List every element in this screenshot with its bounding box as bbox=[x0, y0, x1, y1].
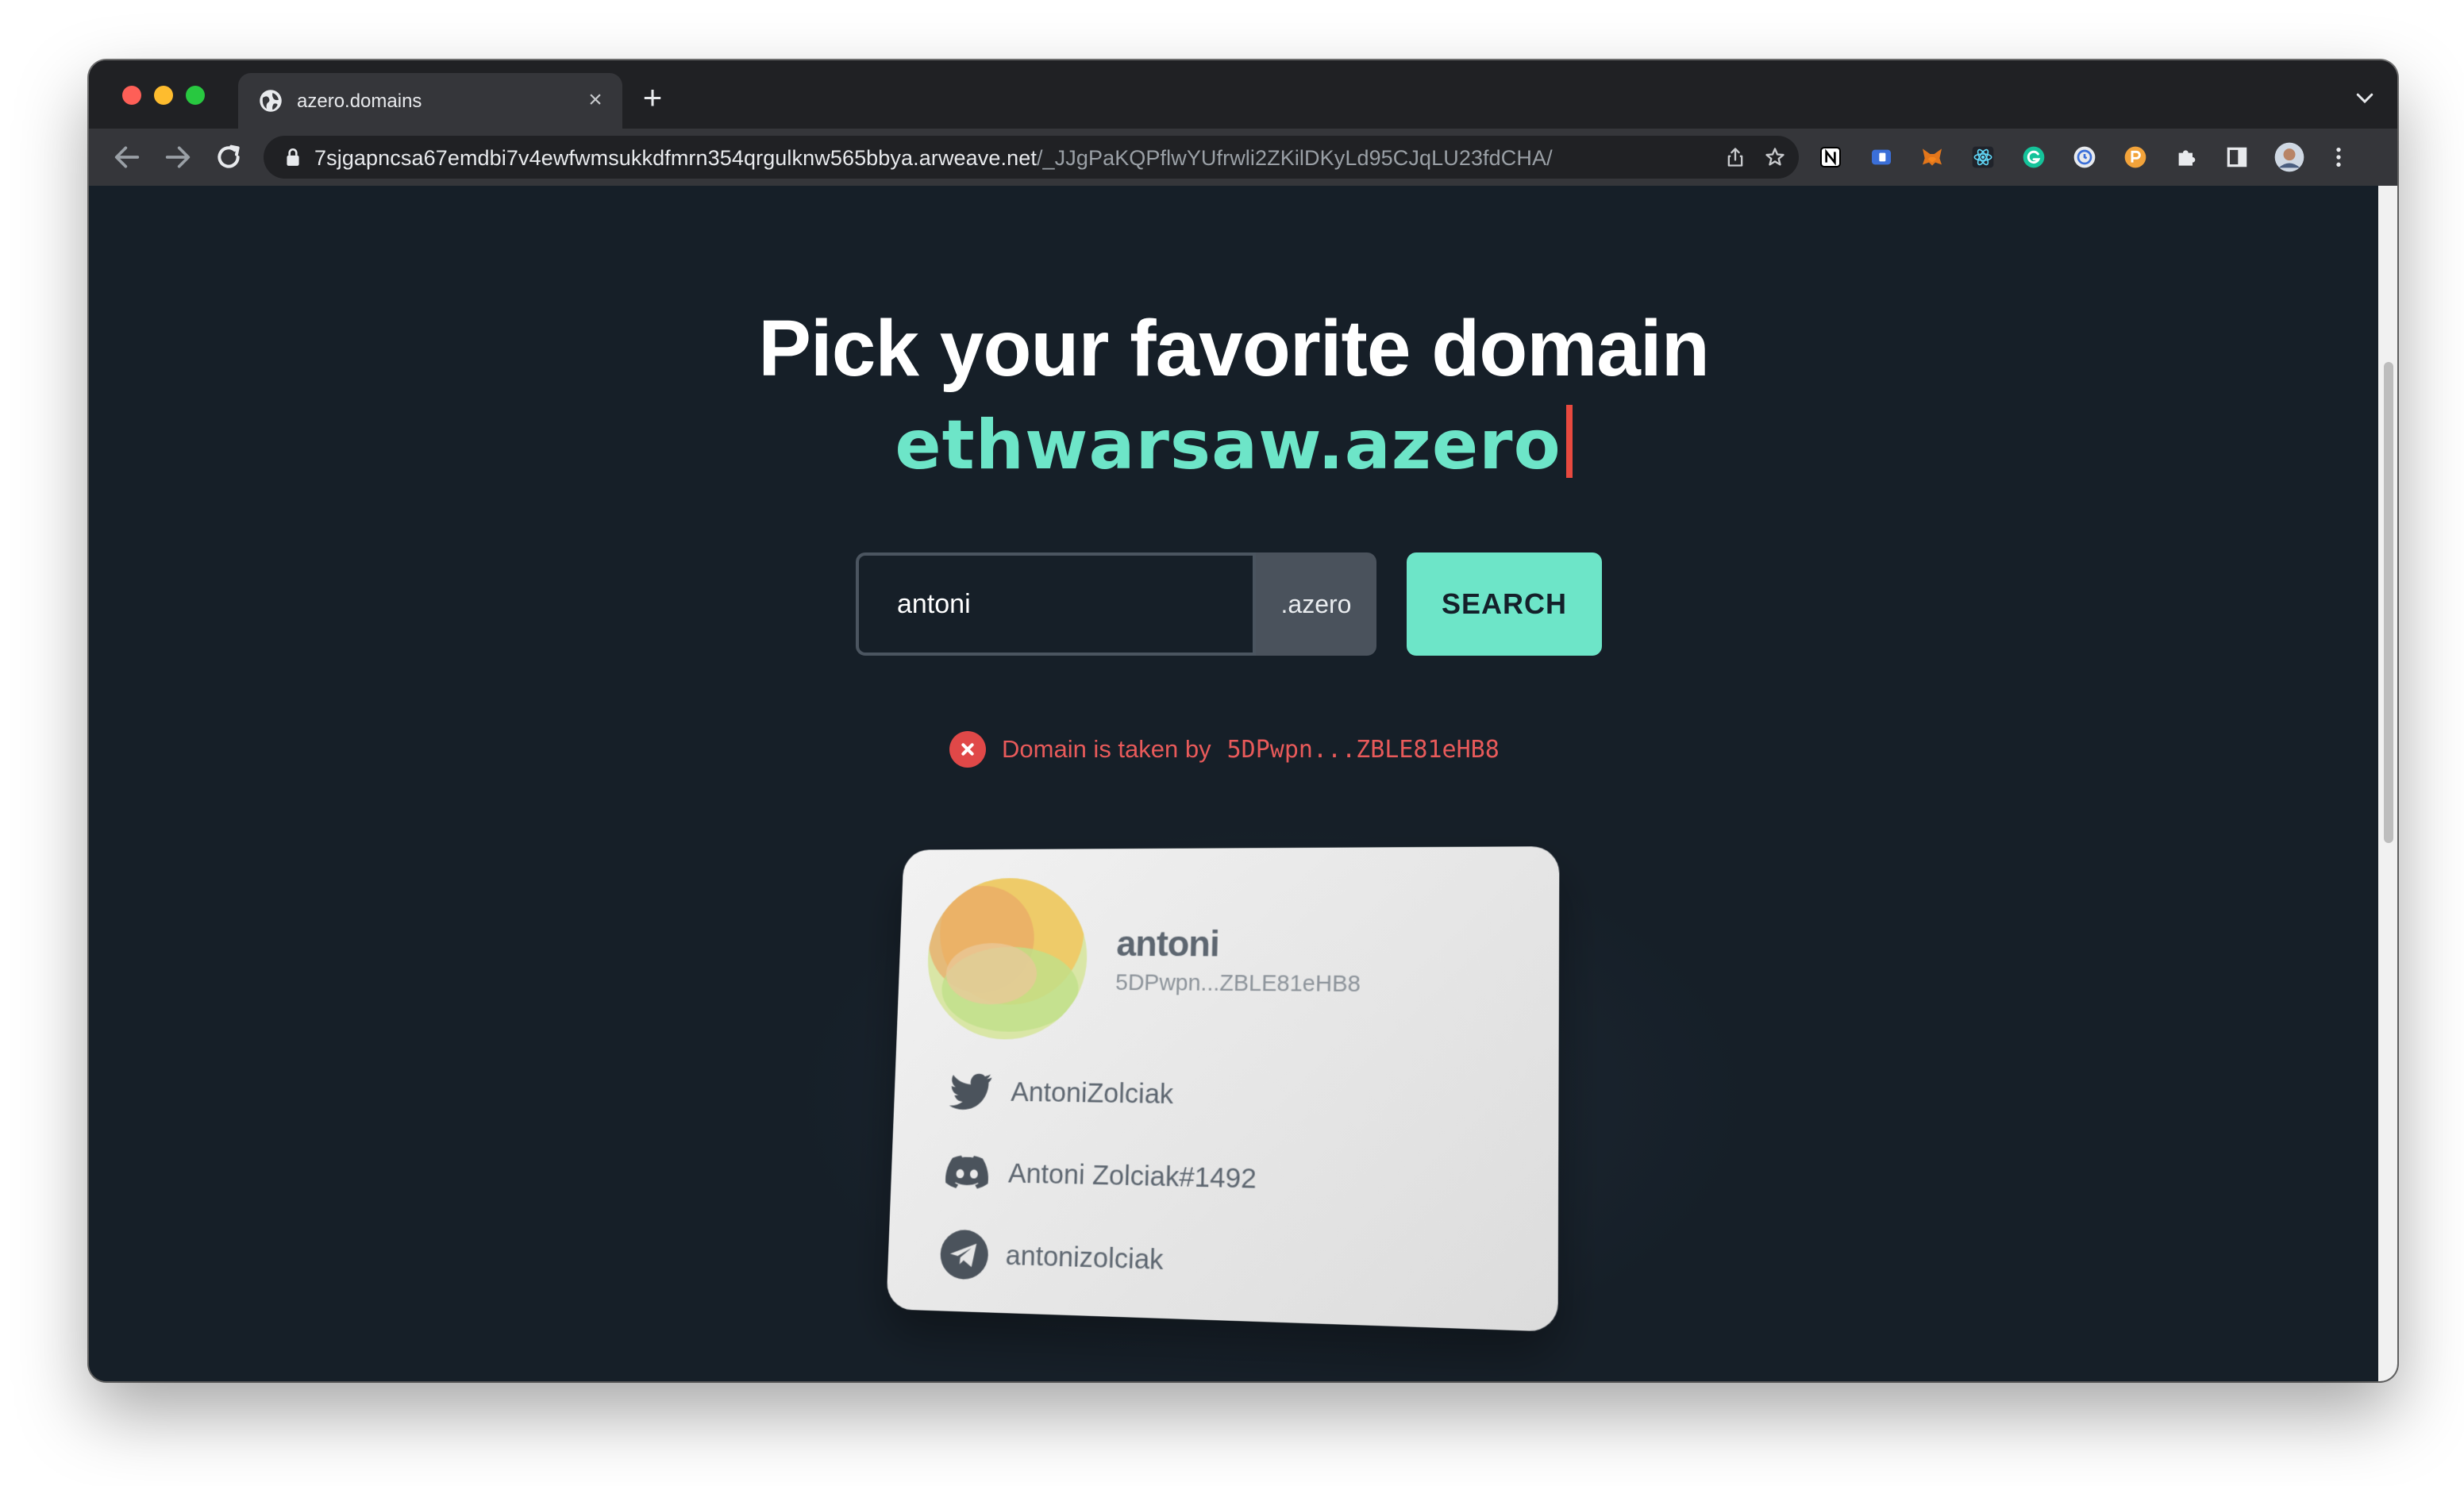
twitter-handle: AntoniZolciak bbox=[1010, 1076, 1174, 1111]
tab-title: azero.domains bbox=[297, 90, 422, 112]
maximize-window-button[interactable] bbox=[186, 86, 205, 105]
translate-icon[interactable] bbox=[1869, 144, 1894, 170]
domain-suffix: .azero bbox=[1256, 552, 1376, 656]
coin-extension-icon[interactable] bbox=[2123, 144, 2148, 170]
side-panel-icon[interactable] bbox=[2224, 144, 2250, 170]
telegram-handle: antonizolciak bbox=[1005, 1240, 1165, 1276]
discord-handle: Antoni Zolciak#1492 bbox=[1007, 1157, 1257, 1195]
status-message: Domain is taken by 5DPwpn...ZBLE81eHB8 bbox=[949, 730, 1500, 768]
minimize-window-button[interactable] bbox=[154, 86, 173, 105]
window-controls bbox=[122, 86, 205, 105]
profile-card: antoni 5DPwpn...ZBLE81eHB8 AntoniZolciak… bbox=[886, 846, 1560, 1332]
puzzle-icon[interactable] bbox=[2173, 144, 2199, 170]
error-icon bbox=[949, 731, 986, 768]
url-host: 7sjgapncsa67emdbi7v4ewfwmsukkdfmrn354qrg… bbox=[314, 146, 1037, 170]
discord-icon bbox=[945, 1155, 989, 1189]
twitter-icon bbox=[949, 1073, 992, 1111]
share-icon[interactable] bbox=[1724, 146, 1746, 168]
card-domain-name: antoni bbox=[1115, 923, 1220, 964]
search-button[interactable]: SEARCH bbox=[1407, 552, 1602, 656]
tab-close-icon[interactable]: × bbox=[583, 87, 608, 113]
browser-window: azero.domains × + 7sjgapncsa67emdbi7v4ew… bbox=[89, 60, 2397, 1381]
back-arrow-icon[interactable] bbox=[111, 141, 143, 173]
scrollbar-thumb[interactable] bbox=[2384, 362, 2393, 843]
tab-active[interactable]: azero.domains × bbox=[238, 73, 622, 129]
typed-domain-text: ethwarsaw.azero bbox=[895, 406, 1561, 485]
tab-strip: azero.domains × + bbox=[89, 60, 2397, 129]
url-path: /_JJgPaKQPflwYUfrwli2ZKilDKyLd95CJqLU23f… bbox=[1036, 146, 1553, 170]
browser-toolbar: 7sjgapncsa67emdbi7v4ewfwmsukkdfmrn354qrg… bbox=[89, 129, 2397, 186]
domain-search-input[interactable] bbox=[856, 552, 1256, 656]
metamask-icon[interactable] bbox=[1919, 144, 1945, 170]
address-bar[interactable]: 7sjgapncsa67emdbi7v4ewfwmsukkdfmrn354qrg… bbox=[264, 136, 1799, 179]
star-icon[interactable] bbox=[1764, 146, 1786, 168]
notion-icon[interactable] bbox=[1818, 144, 1843, 170]
reload-icon[interactable] bbox=[213, 141, 244, 173]
react-devtools-icon[interactable] bbox=[1970, 144, 1996, 170]
chevron-down-icon[interactable] bbox=[2353, 86, 2377, 110]
more-menu-icon[interactable] bbox=[2326, 144, 2351, 170]
typing-caret bbox=[1565, 405, 1573, 478]
avatar bbox=[925, 877, 1090, 1041]
telegram-icon bbox=[939, 1229, 989, 1280]
typed-domain: ethwarsaw.azero bbox=[89, 405, 2378, 485]
lock-icon bbox=[287, 148, 299, 166]
social-telegram[interactable]: antonizolciak bbox=[937, 1227, 1165, 1288]
profile-avatar[interactable] bbox=[2273, 141, 2305, 173]
forward-arrow-icon[interactable] bbox=[162, 141, 194, 173]
new-tab-button[interactable]: + bbox=[637, 81, 668, 114]
owner-address[interactable]: 5DPwpn...ZBLE81eHB8 bbox=[1227, 736, 1500, 764]
social-twitter[interactable]: AntoniZolciak bbox=[943, 1065, 1174, 1122]
page-scrollbar[interactable] bbox=[2378, 186, 2397, 1381]
card-address: 5DPwpn...ZBLE81eHB8 bbox=[1115, 970, 1361, 997]
status-text: Domain is taken by bbox=[1002, 735, 1211, 763]
social-discord[interactable]: Antoni Zolciak#1492 bbox=[941, 1145, 1257, 1207]
globe-icon bbox=[260, 90, 282, 112]
page-content: Pick your favorite domain ethwarsaw.azer… bbox=[89, 186, 2378, 1381]
close-window-button[interactable] bbox=[122, 86, 141, 105]
clock-extension-icon[interactable] bbox=[2072, 144, 2097, 170]
url-text: 7sjgapncsa67emdbi7v4ewfwmsukkdfmrn354qrg… bbox=[314, 146, 1553, 171]
page-title: Pick your favorite domain bbox=[758, 304, 1710, 393]
grammarly-icon[interactable] bbox=[2021, 144, 2046, 170]
